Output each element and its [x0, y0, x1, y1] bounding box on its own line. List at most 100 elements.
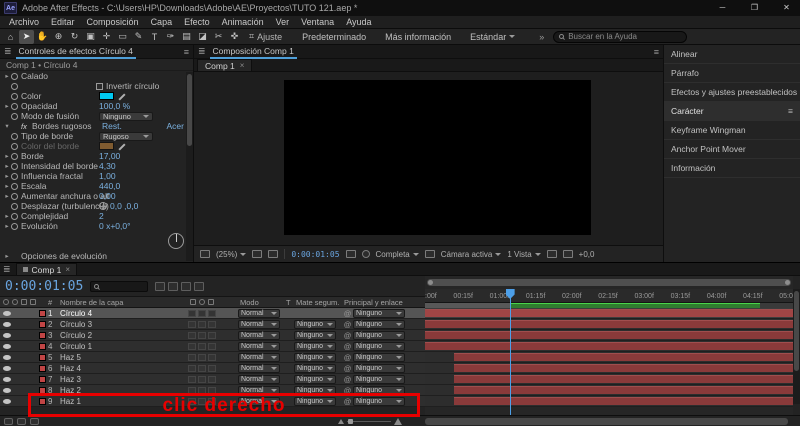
- sidebar-panel-header[interactable]: Anchor Point Mover: [664, 140, 800, 159]
- track-matte-dropdown[interactable]: Ninguno: [294, 374, 336, 384]
- magnification-dropdown[interactable]: (25%): [216, 250, 247, 259]
- sidebar-panel-header[interactable]: Alinear: [664, 45, 800, 64]
- tool-icon[interactable]: ✜: [227, 30, 242, 44]
- snapshot-icon[interactable]: [345, 250, 356, 258]
- composition-tab[interactable]: Composición Comp 1: [209, 45, 297, 59]
- tool-icon[interactable]: ✋: [35, 30, 50, 44]
- parent-pickwhip-icon[interactable]: @: [342, 331, 353, 340]
- layer-row[interactable]: 4 Círculo 1 Normal Ninguno @ Ninguno: [0, 341, 425, 352]
- help-search-box[interactable]: [553, 30, 688, 43]
- visibility-toggle[interactable]: [3, 354, 15, 360]
- blend-mode-dropdown[interactable]: Normal: [238, 374, 280, 384]
- layer-color-swatch[interactable]: [39, 331, 46, 339]
- layer-name[interactable]: Círculo 3: [60, 320, 188, 329]
- comp-tab[interactable]: Comp 1 ×: [197, 59, 253, 71]
- composition-frame[interactable]: [284, 80, 591, 235]
- track-matte-dropdown[interactable]: Ninguno: [294, 363, 336, 373]
- maximize-button[interactable]: ❐: [741, 0, 768, 16]
- tool-icon[interactable]: ✂: [211, 30, 226, 44]
- property-value[interactable]: 0 x+0,0°: [99, 221, 131, 231]
- playhead-line[interactable]: [509, 289, 511, 415]
- parent-pickwhip-icon[interactable]: @: [342, 375, 353, 384]
- timeline-zoom-control[interactable]: [338, 417, 402, 425]
- twirl-icon[interactable]: ▾: [3, 122, 11, 130]
- fx-icon[interactable]: fx: [21, 122, 32, 131]
- stopwatch-icon[interactable]: [11, 192, 18, 200]
- layer-duration-bar[interactable]: [425, 309, 793, 317]
- layer-color-swatch[interactable]: [39, 375, 46, 383]
- layer-track[interactable]: [425, 341, 793, 352]
- column-layer-name[interactable]: Nombre de la capa: [60, 298, 190, 307]
- safe-margins-icon[interactable]: [252, 250, 263, 258]
- layer-row[interactable]: 6 Haz 4 Normal Ninguno @ Ninguno: [0, 363, 425, 374]
- tool-icon[interactable]: ✛: [99, 30, 114, 44]
- visibility-toggle[interactable]: [3, 310, 15, 316]
- visibility-toggle[interactable]: [3, 343, 15, 349]
- property-value[interactable]: 17,00: [99, 151, 120, 161]
- parent-dropdown[interactable]: Ninguno: [353, 341, 405, 351]
- stopwatch-icon[interactable]: [11, 202, 18, 210]
- layer-name[interactable]: Círculo 1: [60, 342, 188, 351]
- column-track-matte[interactable]: Mate segum.: [296, 298, 344, 307]
- twirl-icon[interactable]: ▸: [3, 162, 11, 170]
- tool-icon[interactable]: ▣: [83, 30, 98, 44]
- scrollbar-thumb[interactable]: [187, 74, 192, 146]
- property-dropdown[interactable]: Rugoso: [99, 131, 153, 141]
- menu-item[interactable]: Ver: [270, 17, 296, 27]
- twirl-icon[interactable]: ▸: [3, 252, 11, 260]
- twirl-icon[interactable]: ▸: [3, 212, 11, 220]
- crosshair-icon[interactable]: [99, 202, 107, 210]
- layer-track[interactable]: [425, 330, 793, 341]
- expand-in-out-icon[interactable]: [30, 417, 39, 425]
- panel-group-icon[interactable]: ≣: [4, 46, 12, 57]
- timeline-vertical-scrollbar[interactable]: [793, 289, 800, 404]
- visibility-toggle[interactable]: [3, 376, 15, 382]
- tool-icon[interactable]: ✑: [163, 30, 178, 44]
- menu-item[interactable]: Animación: [216, 17, 270, 27]
- expand-layer-switches-icon[interactable]: [4, 417, 13, 425]
- rotation-dial[interactable]: [168, 233, 184, 249]
- parent-pickwhip-icon[interactable]: @: [342, 364, 353, 373]
- workspace-estandar-dropdown[interactable]: Estándar: [461, 32, 524, 42]
- fast-preview-icon[interactable]: [562, 250, 573, 258]
- mask-visibility-icon[interactable]: [268, 250, 279, 258]
- visibility-toggle[interactable]: [3, 365, 15, 371]
- layer-track[interactable]: [425, 396, 793, 407]
- twirl-icon[interactable]: ▸: [3, 102, 11, 110]
- stopwatch-icon[interactable]: [11, 72, 18, 80]
- workspace-predeterminado[interactable]: Predeterminado: [293, 32, 375, 42]
- zoom-slider-track[interactable]: [347, 418, 391, 424]
- blend-mode-dropdown[interactable]: Normal: [238, 352, 280, 362]
- layer-duration-bar[interactable]: [454, 397, 793, 405]
- menu-item[interactable]: Archivo: [3, 17, 45, 27]
- draft-3d-icon[interactable]: [168, 281, 179, 291]
- snap-icon[interactable]: ⌗: [249, 31, 254, 42]
- tool-icon[interactable]: ⊕: [51, 30, 66, 44]
- sidebar-panel-header[interactable]: Efectos y ajustes preestablecidos: [664, 83, 800, 102]
- layer-row[interactable]: 1 Círculo 4 Normal @ Ninguno: [0, 308, 425, 319]
- property-value[interactable]: 0,00: [99, 191, 116, 201]
- close-button[interactable]: ✕: [773, 0, 800, 16]
- panel-group-icon[interactable]: ≣: [3, 264, 11, 275]
- stopwatch-icon[interactable]: [11, 152, 18, 160]
- always-preview-icon[interactable]: [200, 250, 210, 258]
- property-value[interactable]: 100,0 %: [99, 101, 130, 111]
- column-parent[interactable]: Principal y enlace: [344, 298, 425, 307]
- channels-icon[interactable]: [361, 250, 370, 258]
- timeline-search-box[interactable]: [90, 280, 149, 292]
- blend-mode-dropdown[interactable]: Normal: [238, 319, 280, 329]
- stopwatch-icon[interactable]: [11, 162, 18, 170]
- time-navigator[interactable]: [427, 279, 791, 286]
- menu-item[interactable]: Capa: [145, 17, 179, 27]
- tool-icon[interactable]: ▤: [179, 30, 194, 44]
- menu-item[interactable]: Efecto: [178, 17, 216, 27]
- eyedropper-icon[interactable]: [117, 92, 126, 100]
- active-camera-dropdown[interactable]: Cámara activa: [441, 250, 502, 259]
- reset-link[interactable]: Rest.: [102, 121, 122, 131]
- layer-name[interactable]: Haz 4: [60, 364, 188, 373]
- composition-mini-flowchart-icon[interactable]: [155, 281, 166, 291]
- parent-pickwhip-icon[interactable]: @: [342, 342, 353, 351]
- track-matte-dropdown[interactable]: Ninguno: [294, 319, 336, 329]
- parent-pickwhip-icon[interactable]: @: [342, 353, 353, 362]
- motion-blur-icon[interactable]: [194, 281, 205, 291]
